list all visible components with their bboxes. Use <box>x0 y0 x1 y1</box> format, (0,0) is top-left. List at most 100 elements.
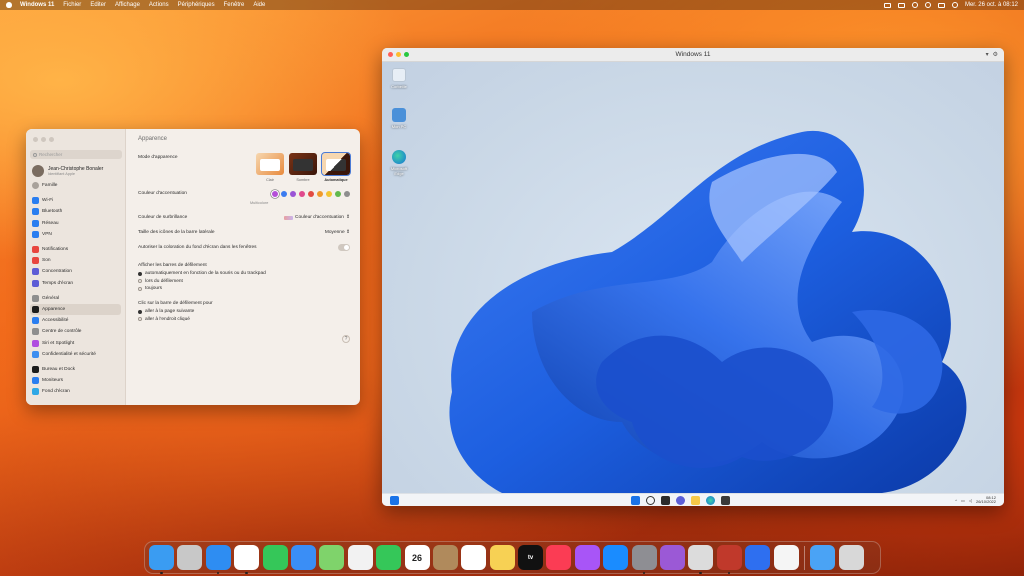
dock-tv-icon[interactable]: tv <box>518 545 544 570</box>
appearance-light-option[interactable]: Clair <box>256 153 284 182</box>
sidebar-item-wifi[interactable]: Wi-Fi <box>30 195 121 206</box>
help-button[interactable]: ? <box>342 335 350 343</box>
scrollbar-option-always[interactable]: toujours <box>138 286 350 291</box>
zoom-button[interactable] <box>49 137 54 142</box>
accent-swatch[interactable] <box>317 191 323 197</box>
sidebar-item-displays[interactable]: Moniteurs <box>30 375 121 386</box>
sidebar-item-network[interactable]: Réseau <box>30 218 121 229</box>
desktop-icon-recycle-bin[interactable]: Corbeille <box>386 68 412 89</box>
close-button[interactable] <box>33 137 38 142</box>
sidebar-item-general[interactable]: Général <box>30 293 121 304</box>
highlight-color-select[interactable]: Couleur d'accentuation ⇕ <box>284 215 350 220</box>
sidebar-item-bluetooth[interactable]: Bluetooth <box>30 206 121 217</box>
control-center-icon[interactable] <box>937 2 945 8</box>
dock-windows-11-icon[interactable] <box>716 545 742 574</box>
dock-textedit-icon[interactable] <box>773 545 799 570</box>
sidebar-item-screen-time[interactable]: Temps d'écran <box>30 278 121 289</box>
dock-notes-icon[interactable] <box>489 545 515 570</box>
menu-file[interactable]: Fichier <box>63 2 81 8</box>
widgets-icon[interactable] <box>390 496 399 505</box>
desktop-icon-edge[interactable]: Microsoft Edge <box>386 150 412 176</box>
menu-view[interactable]: Affichage <box>115 2 140 8</box>
accent-swatch[interactable] <box>335 191 341 197</box>
accent-swatch[interactable] <box>308 191 314 197</box>
sidebar-item-privacy-security[interactable]: Confidentialité et sécurité <box>30 349 121 360</box>
task-view-icon[interactable] <box>661 496 670 505</box>
taskbar-clock[interactable]: 08:12 26/10/2022 <box>976 495 996 505</box>
edge-icon[interactable] <box>706 496 715 505</box>
search-icon[interactable] <box>646 496 655 505</box>
dock-contacts-icon[interactable] <box>432 545 458 570</box>
sidebar-item-notifications[interactable]: Notifications <box>30 244 121 255</box>
menubar-clock[interactable]: Mer. 26 oct. à 08:12 <box>965 2 1018 8</box>
vm-close-button[interactable] <box>388 52 393 57</box>
vm-minimize-button[interactable] <box>396 52 401 57</box>
dock-photos-icon[interactable] <box>347 545 373 570</box>
radio-next-page[interactable] <box>138 309 142 314</box>
accent-swatch[interactable] <box>281 191 287 197</box>
dock-chrome-icon[interactable] <box>234 545 260 574</box>
battery-icon[interactable] <box>897 2 905 8</box>
dock-mail-icon[interactable] <box>290 545 316 570</box>
radio-scrolling[interactable] <box>138 279 142 283</box>
accent-swatch[interactable] <box>344 191 350 197</box>
menu-window[interactable]: Fenêtre <box>224 2 245 8</box>
accent-swatch[interactable] <box>299 191 305 197</box>
menu-app-name[interactable]: Windows 11 <box>20 2 54 8</box>
file-explorer-icon[interactable] <box>691 496 700 505</box>
wallpaper-tinting-toggle[interactable] <box>338 244 350 251</box>
menu-actions[interactable]: Actions <box>149 2 169 8</box>
sidebar-item-siri-spotlight[interactable]: Siri et Spotlight <box>30 337 121 348</box>
chat-icon[interactable] <box>676 496 685 505</box>
settings-search-input[interactable]: Rechercher <box>30 150 122 159</box>
menu-help[interactable]: Aide <box>253 2 265 8</box>
dock-system-settings-icon[interactable] <box>631 545 657 574</box>
sidebar-icon-size-select[interactable]: Moyenne ⇕ <box>325 230 350 235</box>
radio-auto[interactable] <box>138 271 142 276</box>
radio-spot[interactable] <box>138 317 142 321</box>
appearance-dark-option[interactable]: Sombre <box>289 153 317 182</box>
menu-edit[interactable]: Editer <box>90 2 106 8</box>
vm-zoom-button[interactable] <box>404 52 409 57</box>
scrollbar-option-auto[interactable]: automatiquement en fonction de la souris… <box>138 271 350 276</box>
dock-trash-icon[interactable] <box>838 545 864 570</box>
wifi-icon[interactable] <box>911 2 918 8</box>
sidebar-item-family[interactable]: Famille <box>30 180 121 191</box>
apple-id-row[interactable]: Jean-Christophe Bonaler Identifiant Appl… <box>32 165 121 177</box>
accent-swatch[interactable] <box>272 191 278 197</box>
store-icon[interactable] <box>721 496 730 505</box>
minimize-button[interactable] <box>41 137 46 142</box>
dock-messages-icon[interactable] <box>262 545 288 570</box>
dock-launchpad-icon[interactable] <box>177 545 203 570</box>
accent-swatch[interactable] <box>326 191 332 197</box>
start-icon[interactable] <box>631 496 640 505</box>
search-icon[interactable] <box>924 2 931 8</box>
sidebar-item-focus[interactable]: Concentration <box>30 266 121 277</box>
dock-maps-icon[interactable] <box>319 545 345 570</box>
network-icon[interactable]: ▭ <box>961 498 965 503</box>
radio-always[interactable] <box>138 286 142 291</box>
scrollbar-option-scrolling[interactable]: lors du défilement <box>138 279 350 284</box>
sidebar-item-sound[interactable]: Son <box>30 255 121 266</box>
dock-downloads-icon[interactable] <box>810 545 836 570</box>
volume-icon[interactable]: ◁ <box>969 498 972 503</box>
dock-podcasts-icon[interactable] <box>574 545 600 570</box>
dock-app-store-icon[interactable] <box>603 545 629 570</box>
dock-calendar-icon[interactable]: 26 <box>404 545 430 570</box>
vm-dropdown-icon[interactable]: ▾ <box>986 51 989 58</box>
menu-devices[interactable]: Périphériques <box>178 2 215 8</box>
dock-finder-icon[interactable] <box>149 545 174 574</box>
sidebar-item-accessibility[interactable]: Accessibilité <box>30 315 121 326</box>
dock-windows-apps-icon[interactable] <box>745 545 771 570</box>
sidebar-item-desktop-dock[interactable]: Bureau et Dock <box>30 364 121 375</box>
click-option-spot[interactable]: aller à l'endroit cliqué <box>138 317 350 322</box>
dock-facetime-icon[interactable] <box>376 545 402 570</box>
sidebar-item-wallpaper[interactable]: Fond d'écran <box>30 386 121 397</box>
dock-reminders-icon[interactable] <box>461 545 487 570</box>
click-option-next-page[interactable]: aller à la page suivante <box>138 309 350 314</box>
desktop-icon-this-pc[interactable]: Mon PC <box>386 108 412 129</box>
dock-parallels-icon[interactable] <box>688 545 714 574</box>
dock-safari-icon[interactable] <box>205 545 231 574</box>
chevron-up-icon[interactable]: ^ <box>955 498 957 503</box>
apple-icon[interactable] <box>6 2 12 8</box>
